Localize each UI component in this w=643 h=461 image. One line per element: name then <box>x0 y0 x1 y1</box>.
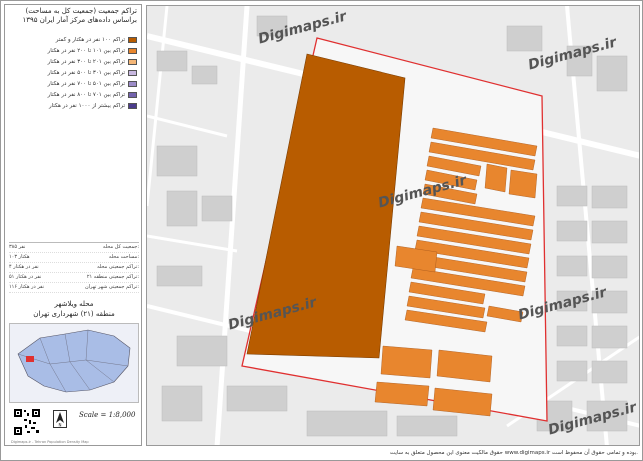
stats-label: مساحت محله: <box>108 254 139 260</box>
legend-item: تراکم بین ۱۰۱ تا ۲۰۰ نفر در هکتار <box>9 46 137 56</box>
north-arrow-icon: N <box>53 410 67 428</box>
legend-swatch <box>128 37 137 43</box>
legend-label: تراکم ۱۰۰ نفر در هکتار و کمتر <box>55 37 125 43</box>
stats-row: ۵۱ نفر در هکتار تراکم جمعیتی منطقه ۲۱: <box>9 273 139 283</box>
stats-row: ۱۱۶ نفر در هکتار تراکم جمعیتی شهر تهران: <box>9 283 139 293</box>
legend-label: تراکم بین ۷۰۱ تا ۸۰۰ نفر در هکتار <box>47 92 125 98</box>
stats-value: ۱۰۳ هکتار <box>9 254 30 260</box>
qr-code-icon <box>13 408 41 436</box>
legend-panel: تراکم جمعیت (جمعیت کل به مساحت) براساس د… <box>4 4 142 446</box>
stats-label: تراکم جمعیتی منطقه ۲۱: <box>86 274 139 280</box>
inset-map-graphic <box>17 329 131 393</box>
legend-label: تراکم بین ۵۰۱ تا ۷۰۰ نفر در هکتار <box>47 81 125 87</box>
location-line2: منطقه (۲۱) شهرداری تهران <box>33 310 115 318</box>
stats-row: ۳۸۵ نفر جمعیت کل محله: <box>9 243 139 253</box>
stats-value: ۴ نفر در هکتار <box>9 264 39 270</box>
stats-row: ۱۰۳ هکتار مساحت محله: <box>9 253 139 263</box>
location-line1: محله ویلاشهر <box>54 300 94 308</box>
legend-swatch <box>128 59 137 65</box>
stats-value: ۵۱ نفر در هکتار <box>9 274 42 280</box>
stats-value: ۳۸۵ نفر <box>9 244 26 250</box>
legend-label: تراکم بین ۱۰۱ تا ۲۰۰ نفر در هکتار <box>47 48 125 54</box>
panel-title-line2: براساس داده‌های مرکز آمار ایران ۱۳۹۵ <box>22 16 137 24</box>
stats-label: تراکم جمعیتی محله: <box>97 264 139 270</box>
footer-copyright: حقوق مالکیت معنوی این محصول متعلق به سای… <box>389 450 638 456</box>
scale-label: Scale = 1:8,000 <box>79 411 136 419</box>
legend-swatch <box>128 92 137 98</box>
legend-item: تراکم بین ۷۰۱ تا ۸۰۰ نفر در هکتار <box>9 90 137 100</box>
legend-item: تراکم بیشتر از ۱۰۰۰ نفر در هکتار <box>9 101 137 111</box>
legend-swatch <box>128 70 137 76</box>
legend-swatch <box>128 81 137 87</box>
stats-table: ۳۸۵ نفر جمعیت کل محله: ۱۰۳ هکتار مساحت محل… <box>9 242 139 293</box>
credit-line: Digimaps.ir - Tehran Population Density … <box>11 440 89 444</box>
legend-item: تراکم ۱۰۰ نفر در هکتار و کمتر <box>9 35 137 45</box>
legend: تراکم ۱۰۰ نفر در هکتار و کمتر تراکم بین … <box>9 35 137 112</box>
svg-text:N: N <box>59 423 62 428</box>
legend-item: تراکم بین ۲۰۱ تا ۳۰۰ نفر در هکتار <box>9 57 137 67</box>
legend-item: تراکم بین ۵۰۱ تا ۷۰۰ نفر در هکتار <box>9 79 137 89</box>
legend-item: تراکم بین ۳۰۱ تا ۵۰۰ نفر در هکتار <box>9 68 137 78</box>
legend-label: تراکم بین ۳۰۱ تا ۵۰۰ نفر در هکتار <box>47 70 125 76</box>
stats-row: ۴ نفر در هکتار تراکم جمعیتی محله: <box>9 263 139 273</box>
legend-swatch <box>128 103 137 109</box>
stats-label: جمعیت کل محله: <box>102 244 139 250</box>
inset-highlight <box>26 356 34 362</box>
map-graphic <box>147 6 639 445</box>
location-name: محله ویلاشهر منطقه (۲۱) شهرداری تهران <box>9 299 139 319</box>
inset-map <box>9 323 139 403</box>
map-canvas[interactable]: Digimaps.ir Digimaps.ir Digimaps.ir Digi… <box>146 5 640 446</box>
legend-label: تراکم بیشتر از ۱۰۰۰ نفر در هکتار <box>48 103 125 109</box>
legend-label: تراکم بین ۲۰۱ تا ۳۰۰ نفر در هکتار <box>47 59 125 65</box>
stats-value: ۱۱۶ نفر در هکتار <box>9 284 45 290</box>
panel-title: تراکم جمعیت (جمعیت کل به مساحت) براساس د… <box>5 5 141 25</box>
stats-label: تراکم جمعیتی شهر تهران: <box>84 284 139 290</box>
legend-swatch <box>128 48 137 54</box>
panel-title-line1: تراکم جمعیت (جمعیت کل به مساحت) <box>25 7 137 15</box>
